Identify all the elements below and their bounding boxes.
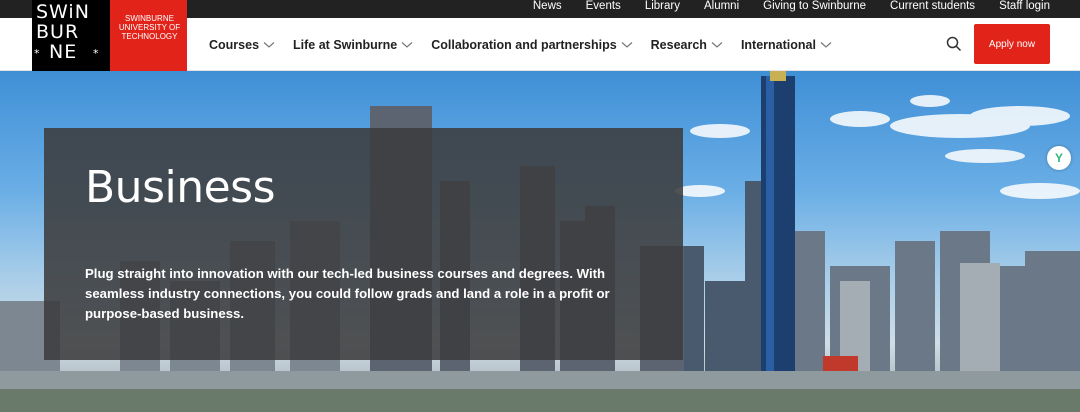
main-nav: Courses Life at Swinburne Collaboration … xyxy=(209,18,850,71)
logo-text-line-1: SWINBURNE xyxy=(125,14,174,23)
page-title: Business xyxy=(85,162,276,213)
nav-item-label: Courses xyxy=(209,37,260,52)
utility-link-staff-login[interactable]: Staff login xyxy=(987,0,1050,18)
nav-item-label: Collaboration and partnerships xyxy=(431,37,617,52)
logo-text-line-3: TECHNOLOGY xyxy=(121,32,178,41)
chevron-down-icon xyxy=(263,41,275,48)
utility-link-events[interactable]: Events xyxy=(574,0,633,18)
hero-panel: Business Plug straight into innovation w… xyxy=(44,128,683,360)
chevron-down-icon xyxy=(820,41,832,48)
logo-line-2: BUR xyxy=(36,21,80,43)
nav-item-label: International xyxy=(740,37,816,52)
chevron-down-icon xyxy=(401,41,413,48)
nav-item-label: Life at Swinburne xyxy=(293,37,398,52)
logo-text-line-2: UNIVERSITY OF xyxy=(118,23,181,32)
utility-link-library[interactable]: Library xyxy=(633,0,692,18)
nav-item-collaboration[interactable]: Collaboration and partnerships xyxy=(431,37,633,52)
chevron-down-icon xyxy=(711,41,723,48)
main-header: SWiN BUR NE * * SWINBURNE UNIVERSITY OF … xyxy=(0,0,1080,89)
utility-link-alumni[interactable]: Alumni xyxy=(692,0,751,18)
nav-item-label: Research xyxy=(650,37,707,52)
utility-link-news[interactable]: News xyxy=(521,0,574,18)
apply-now-button[interactable]: Apply now xyxy=(974,24,1050,64)
chevron-down-icon xyxy=(621,41,633,48)
search-icon[interactable] xyxy=(945,35,963,53)
nav-item-research[interactable]: Research xyxy=(651,38,723,52)
nav-item-life-at-swinburne[interactable]: Life at Swinburne xyxy=(293,38,413,52)
logo-line-1: SWiN xyxy=(36,1,90,23)
logo-stars: * * xyxy=(34,47,100,60)
utility-nav: News Events Library Alumni Giving to Swi… xyxy=(521,0,1050,18)
utility-link-current-students[interactable]: Current students xyxy=(878,0,987,18)
widget-logo-icon: Y xyxy=(1054,151,1063,165)
hero-description: Plug straight into innovation with our t… xyxy=(85,266,610,321)
nav-item-courses[interactable]: Courses xyxy=(209,38,275,52)
chat-widget-button[interactable]: Y xyxy=(1047,146,1071,170)
nav-item-international[interactable]: International xyxy=(741,38,832,52)
hero-banner: Business Plug straight into innovation w… xyxy=(0,71,1080,412)
utility-link-giving[interactable]: Giving to Swinburne xyxy=(751,0,878,18)
